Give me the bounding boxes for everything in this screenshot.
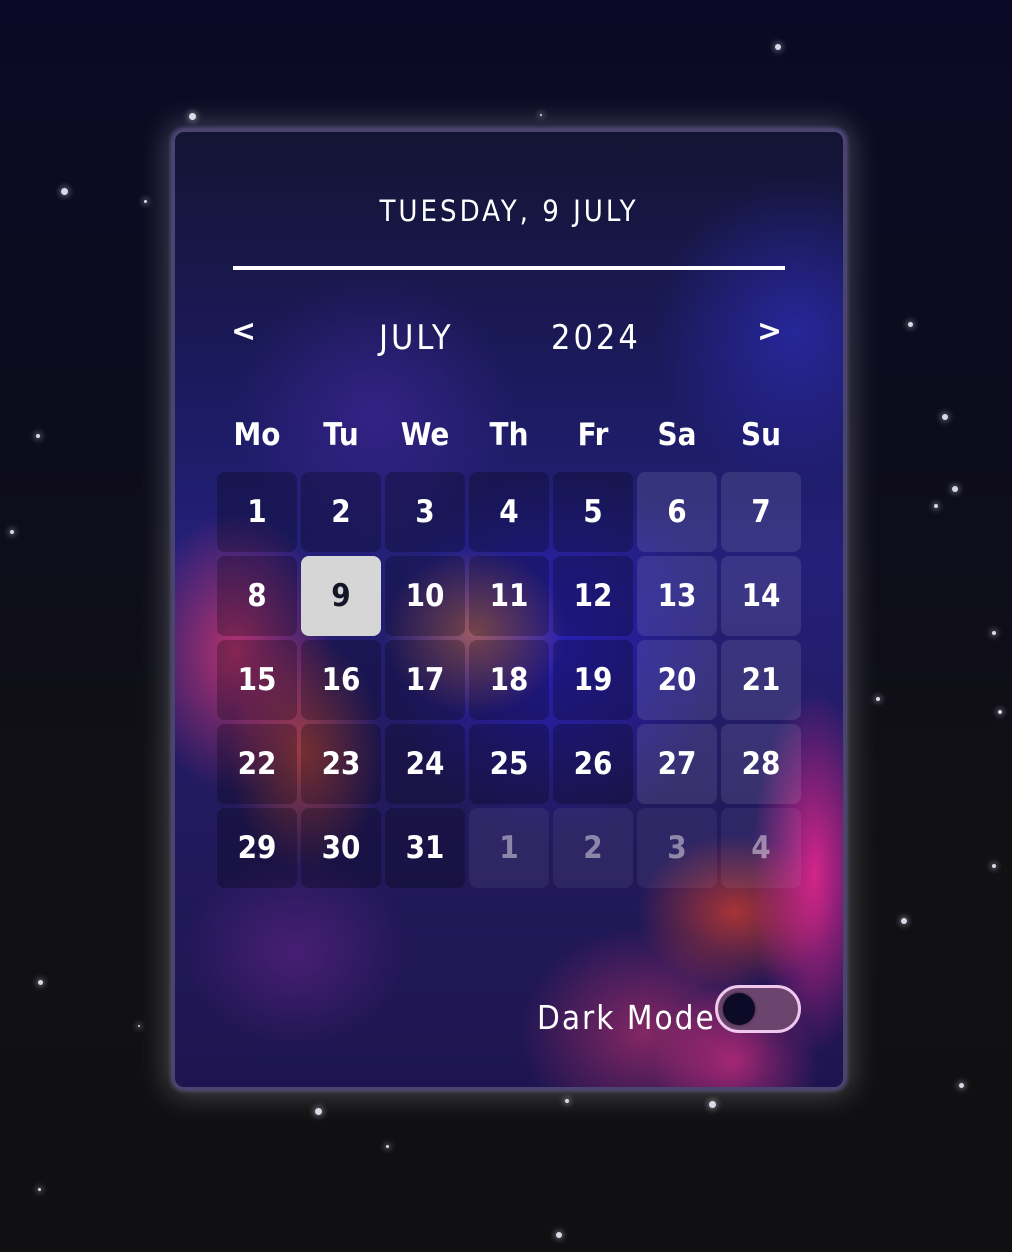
day-cell[interactable]: 1 <box>217 472 297 552</box>
day-cell[interactable]: 24 <box>385 724 465 804</box>
weekday-label: Mo <box>233 417 281 453</box>
next-month-button[interactable]: > <box>757 314 782 349</box>
day-cell[interactable]: 8 <box>217 556 297 636</box>
day-cell[interactable]: 14 <box>721 556 801 636</box>
day-cell[interactable]: 27 <box>637 724 717 804</box>
day-cell[interactable]: 26 <box>553 724 633 804</box>
day-cell-next-month[interactable]: 2 <box>553 808 633 888</box>
day-cell[interactable]: 28 <box>721 724 801 804</box>
day-cell[interactable]: 2 <box>301 472 381 552</box>
dark-mode-label: Dark Mode <box>537 998 716 1037</box>
day-cell[interactable]: 21 <box>721 640 801 720</box>
day-cell[interactable]: 29 <box>217 808 297 888</box>
selected-date-title: TUESDAY, 9 JULY <box>379 194 639 228</box>
day-cell[interactable]: 3 <box>385 472 465 552</box>
previous-month-button[interactable]: < <box>231 314 256 349</box>
days-grid: 1 2 3 4 5 6 7 8 9 10 11 12 13 14 15 16 1… <box>217 472 805 892</box>
day-cell[interactable]: 7 <box>721 472 801 552</box>
day-cell-next-month[interactable]: 4 <box>721 808 801 888</box>
day-cell[interactable]: 12 <box>553 556 633 636</box>
day-cell[interactable]: 13 <box>637 556 717 636</box>
day-cell-next-month[interactable]: 1 <box>469 808 549 888</box>
day-cell[interactable]: 31 <box>385 808 465 888</box>
day-cell[interactable]: 11 <box>469 556 549 636</box>
calendar-grid: Mo Tu We Th Fr Sa Su 1 2 3 4 5 6 7 8 9 1… <box>217 410 805 892</box>
day-cell[interactable]: 23 <box>301 724 381 804</box>
calendar-card: TUESDAY, 9 JULY < JULY 2024 > Mo Tu We T… <box>172 129 846 1090</box>
title-divider <box>233 266 785 270</box>
toggle-knob <box>723 993 755 1025</box>
day-cell[interactable]: 10 <box>385 556 465 636</box>
weekday-label: Fr <box>577 417 609 453</box>
day-cell[interactable]: 22 <box>217 724 297 804</box>
day-cell[interactable]: 16 <box>301 640 381 720</box>
day-cell[interactable]: 17 <box>385 640 465 720</box>
weekday-label: Su <box>741 417 781 453</box>
day-cell[interactable]: 5 <box>553 472 633 552</box>
day-cell[interactable]: 18 <box>469 640 549 720</box>
weekday-label: We <box>400 417 450 453</box>
weekday-label: Tu <box>323 417 359 453</box>
day-cell[interactable]: 15 <box>217 640 297 720</box>
day-cell[interactable]: 20 <box>637 640 717 720</box>
dark-mode-toggle[interactable] <box>715 985 801 1033</box>
day-cell[interactable]: 4 <box>469 472 549 552</box>
weekday-header-row: Mo Tu We Th Fr Sa Su <box>217 410 805 470</box>
month-label[interactable]: JULY <box>379 318 454 358</box>
weekday-label: Sa <box>657 417 697 453</box>
day-cell[interactable]: 25 <box>469 724 549 804</box>
day-cell[interactable]: 19 <box>553 640 633 720</box>
day-cell-selected[interactable]: 9 <box>301 556 381 636</box>
day-cell-next-month[interactable]: 3 <box>637 808 717 888</box>
weekday-label: Th <box>489 417 529 453</box>
year-label[interactable]: 2024 <box>551 318 641 358</box>
day-cell[interactable]: 30 <box>301 808 381 888</box>
day-cell[interactable]: 6 <box>637 472 717 552</box>
